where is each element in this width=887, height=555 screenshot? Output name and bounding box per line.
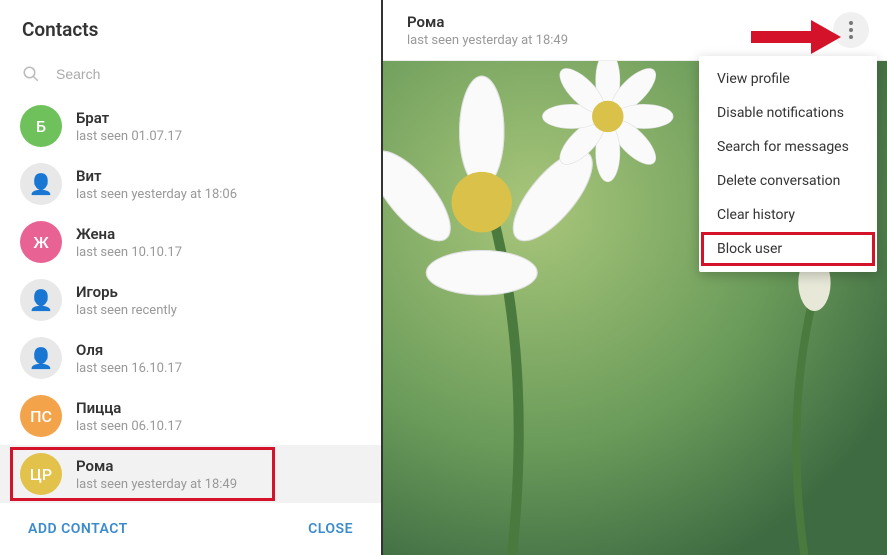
contact-status: last seen recently — [76, 303, 177, 318]
search-row[interactable] — [0, 57, 381, 97]
menu-item[interactable]: View profile — [699, 62, 877, 96]
contact-status: last seen 06.10.17 — [76, 419, 182, 434]
close-button[interactable]: CLOSE — [308, 521, 353, 537]
contact-status: last seen 01.07.17 — [76, 129, 182, 144]
contact-item[interactable]: ЦР Рома last seen yesterday at 18:49 — [0, 445, 381, 503]
bottom-bar: ADD CONTACT CLOSE — [0, 503, 381, 555]
menu-item[interactable]: Search for messages — [699, 130, 877, 164]
contact-name: Вит — [76, 167, 237, 185]
contact-name: Оля — [76, 341, 182, 359]
avatar: 👤 — [20, 163, 62, 205]
search-icon — [22, 65, 40, 83]
avatar: ЦР — [20, 453, 62, 495]
contact-name: Рома — [76, 457, 237, 475]
contact-item[interactable]: 👤 Игорь last seen recently — [0, 271, 381, 329]
contact-name: Пицца — [76, 399, 182, 417]
menu-item[interactable]: Clear history — [699, 198, 877, 232]
contact-item[interactable]: Ж Жена last seen 10.10.17 — [0, 213, 381, 271]
chat-panel: Рома last seen yesterday at 18:49 — [383, 0, 887, 555]
contact-item[interactable]: 👤 Вит last seen yesterday at 18:06 — [0, 155, 381, 213]
add-contact-button[interactable]: ADD CONTACT — [28, 521, 128, 537]
contact-item[interactable]: 👤 Оля last seen 16.10.17 — [0, 329, 381, 387]
contact-name: Игорь — [76, 283, 177, 301]
contact-item[interactable]: ПС Пицца last seen 06.10.17 — [0, 387, 381, 445]
search-input[interactable] — [56, 66, 359, 82]
menu-item[interactable]: Block user — [699, 232, 877, 266]
contact-status: last seen 10.10.17 — [76, 245, 182, 260]
menu-item[interactable]: Delete conversation — [699, 164, 877, 198]
more-vertical-icon — [849, 21, 853, 39]
contacts-panel: Contacts Б Брат last seen 01.07.17 👤 Вит last… — [0, 0, 383, 555]
contact-name: Жена — [76, 225, 182, 243]
contact-status: last seen 16.10.17 — [76, 361, 182, 376]
avatar: Б — [20, 105, 62, 147]
avatar: 👤 — [20, 279, 62, 321]
menu-item[interactable]: Disable notifications — [699, 96, 877, 130]
context-menu: View profileDisable notificationsSearch … — [699, 56, 877, 272]
avatar: Ж — [20, 221, 62, 263]
contact-status: last seen yesterday at 18:49 — [76, 477, 237, 492]
contact-name: Брат — [76, 109, 182, 127]
contact-item[interactable]: Б Брат last seen 01.07.17 — [0, 97, 381, 155]
avatar: 👤 — [20, 337, 62, 379]
avatar: ПС — [20, 395, 62, 437]
chat-title: Рома — [407, 13, 568, 31]
contact-list: Б Брат last seen 01.07.17 👤 Вит last seen yes… — [0, 97, 381, 503]
contacts-title: Contacts — [0, 0, 381, 57]
annotation-arrow — [751, 20, 841, 54]
contact-status: last seen yesterday at 18:06 — [76, 187, 237, 202]
chat-status: last seen yesterday at 18:49 — [407, 33, 568, 48]
